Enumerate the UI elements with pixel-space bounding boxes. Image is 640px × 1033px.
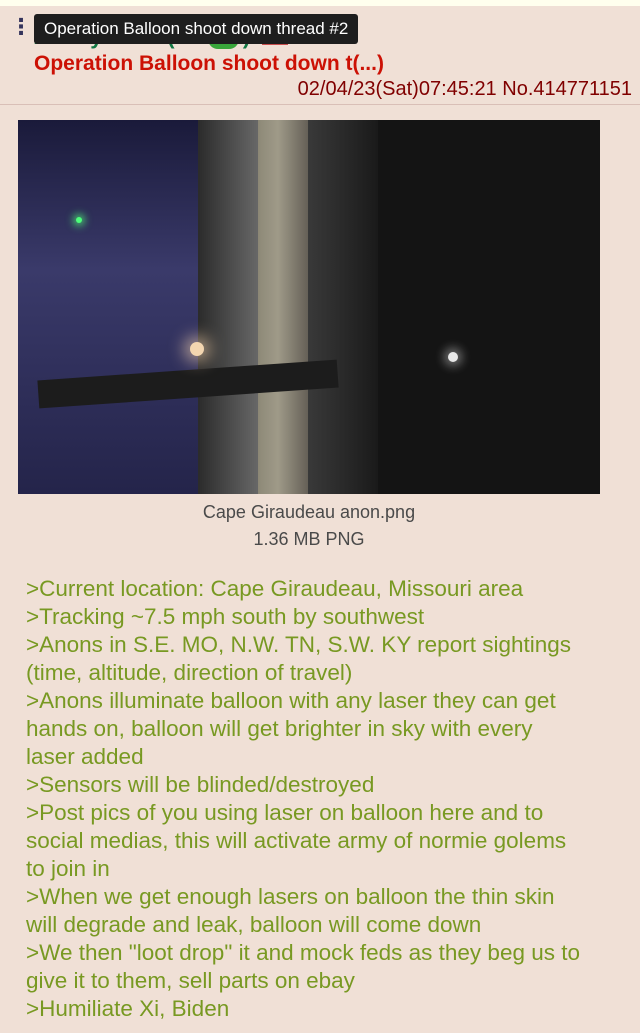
greentext-line: >Anons in S.E. MO, N.W. TN, S.W. KY repo…	[26, 632, 571, 657]
more-vertical-icon[interactable]: ⋮	[10, 17, 32, 50]
greentext-line: >Humiliate Xi, Biden	[26, 996, 230, 1021]
greentext-line: hands on, balloon will get brighter in s…	[26, 716, 533, 741]
image-street-light	[448, 352, 458, 362]
thread-title-tooltip: Operation Balloon shoot down thread #2	[34, 14, 359, 44]
post-datetime: 02/04/23(Sat)07:45:21	[297, 78, 497, 100]
greentext-line: social medias, this will activate army o…	[26, 828, 567, 853]
file-size: 1.36 MB PNG	[253, 529, 365, 549]
greentext-line: >Current location: Cape Giraudeau, Misso…	[26, 576, 524, 601]
greentext-line: to join in	[26, 856, 110, 881]
image-green-light	[76, 217, 82, 223]
post-image[interactable]	[18, 120, 600, 494]
image-sky-region	[18, 120, 198, 494]
post-number[interactable]: No.414771151	[502, 78, 632, 100]
post-dateline: 02/04/23(Sat)07:45:21 No.414771151	[298, 78, 632, 101]
greentext-line: >Anons illuminate balloon with any laser…	[26, 688, 556, 713]
image-dark-region	[378, 120, 600, 494]
post-body: >Current location: Cape Giraudeau, Misso…	[26, 575, 626, 1023]
post-subject: Operation Balloon shoot down t(...)	[34, 52, 384, 75]
post-header: ⋮ Anonymous (ID:...) Operation Balloon s…	[0, 6, 640, 105]
greentext-line: will degrade and leak, balloon will come…	[26, 912, 482, 937]
greentext-line: >Tracking ~7.5 mph south by southwest	[26, 604, 425, 629]
image-road-region	[258, 120, 308, 494]
greentext-line: give it to them, sell parts on ebay	[26, 968, 355, 993]
greentext-line: laser added	[26, 744, 144, 769]
greentext-line: >Post pics of you using laser on balloon…	[26, 800, 544, 825]
greentext-line: >When we get enough lasers on balloon th…	[26, 884, 555, 909]
file-name[interactable]: Cape Giraudeau anon.png	[0, 502, 618, 523]
image-house-light	[190, 342, 204, 356]
greentext-line: (time, altitude, direction of travel)	[26, 660, 353, 685]
greentext-line: >Sensors will be blinded/destroyed	[26, 772, 375, 797]
greentext-line: >We then "loot drop" it and mock feds as…	[26, 940, 581, 965]
